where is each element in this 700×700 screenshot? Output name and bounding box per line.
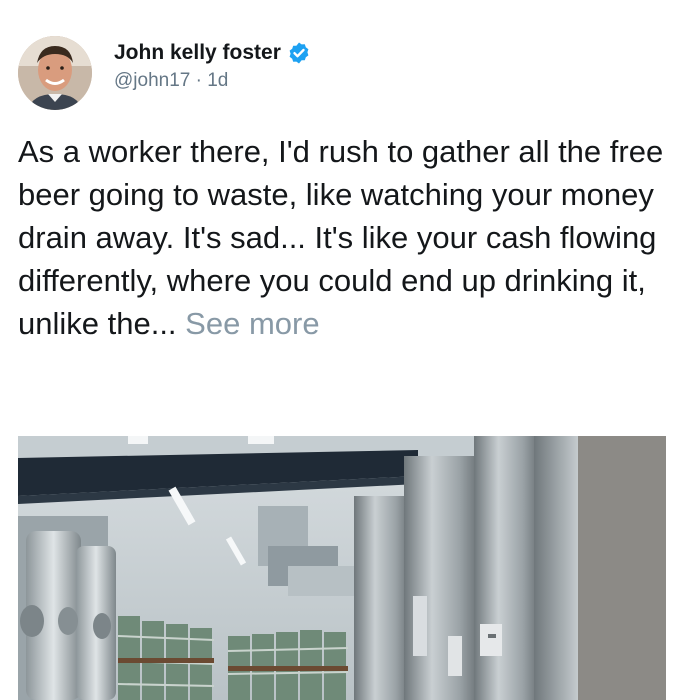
- tweet-meta: @john17 · 1d: [114, 70, 311, 92]
- timestamp[interactable]: 1d: [207, 70, 228, 91]
- avatar-photo: [18, 36, 92, 110]
- tweet-body: As a worker there, I'd rush to gather al…: [18, 130, 688, 345]
- verified-badge-icon: [287, 41, 311, 65]
- tweet-header: John kelly foster @john17 · 1d: [18, 36, 678, 112]
- meta-separator: ·: [190, 70, 208, 91]
- display-name[interactable]: John kelly foster: [114, 41, 281, 65]
- handle[interactable]: @john17: [114, 70, 190, 91]
- brewery-photo: [18, 436, 666, 700]
- tweet-image[interactable]: [18, 436, 666, 700]
- see-more-link[interactable]: See more: [185, 306, 319, 341]
- tweet-text: As a worker there, I'd rush to gather al…: [18, 134, 664, 341]
- author-info: John kelly foster @john17 · 1d: [114, 38, 311, 92]
- avatar[interactable]: [18, 36, 92, 110]
